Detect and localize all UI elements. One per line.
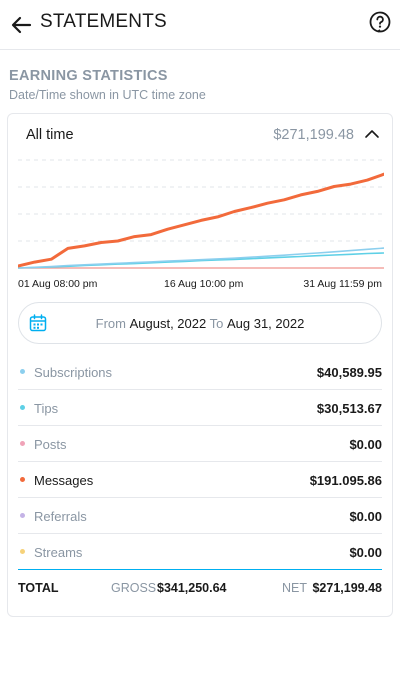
arrow-left-icon	[11, 16, 32, 34]
breakdown-value: $0.00	[349, 437, 382, 452]
card-header[interactable]: All time $271,199.48	[8, 114, 392, 156]
totals-row: TOTAL GROSS $341,250.64 NET $271,199.48	[18, 574, 382, 604]
gross-value: $341,250.64	[157, 581, 227, 595]
series-dot-icon	[20, 369, 25, 374]
series-dot-icon	[20, 405, 25, 410]
breakdown-row-tips[interactable]: Tips $30,513.67	[18, 390, 382, 426]
date-range-picker[interactable]: From August, 2022 To Aug 31, 2022	[18, 302, 382, 344]
from-label: From	[95, 316, 126, 331]
breakdown-value: $40,589.95	[316, 365, 382, 380]
to-label: To	[209, 316, 224, 331]
breakdown-label: Tips	[34, 401, 59, 416]
total-label: TOTAL	[18, 581, 59, 595]
breakdown-label: Streams	[34, 545, 83, 560]
from-value: August, 2022	[129, 316, 207, 331]
breakdown-label: Posts	[34, 437, 67, 452]
breakdown-row-messages[interactable]: Messages $191.095.86	[18, 462, 382, 498]
to-value: Aug 31, 2022	[226, 316, 305, 331]
chevron-up-icon[interactable]	[364, 126, 380, 142]
breakdown-row-posts[interactable]: Posts $0.00	[18, 426, 382, 462]
gross-label: GROSS	[111, 581, 157, 595]
x-tick-label: 16 Aug 10:00 pm	[164, 278, 244, 290]
help-icon	[369, 11, 391, 33]
net-label: NET	[282, 581, 307, 595]
earnings-card: All time $271,199.48 01 Aug 08:00 pm 16 …	[7, 113, 393, 617]
back-button[interactable]	[6, 10, 36, 40]
series-dot-icon	[20, 477, 25, 482]
series-line-1	[18, 247, 384, 269]
section-subtitle: Date/Time shown in UTC time zone	[9, 88, 206, 102]
breakdown-label: Messages	[34, 473, 94, 488]
breakdown-row-subscriptions[interactable]: Subscriptions $40,589.95	[18, 354, 382, 390]
date-range-text: From August, 2022 To Aug 31, 2022	[19, 316, 381, 331]
breakdown-value: $0.00	[349, 509, 382, 524]
series-dot-icon	[20, 549, 25, 554]
top-bar: STATEMENTS	[0, 0, 400, 50]
series-dot-icon	[20, 513, 25, 518]
x-tick-label: 31 Aug 11:59 pm	[303, 278, 382, 290]
period-label: All time	[26, 127, 74, 143]
page-title: STATEMENTS	[40, 11, 167, 32]
series-dot-icon	[20, 441, 25, 446]
breakdown-row-streams[interactable]: Streams $0.00	[18, 534, 382, 570]
breakdown-value: $0.00	[349, 545, 382, 560]
breakdown-label: Subscriptions	[34, 365, 113, 380]
period-total: $271,199.48	[273, 127, 354, 143]
breakdown-label: Referrals	[34, 509, 87, 524]
earnings-chart	[18, 159, 384, 269]
breakdown-row-referrals[interactable]: Referrals $0.00	[18, 498, 382, 534]
earnings-breakdown-list: Subscriptions $40,589.95 Tips $30,513.67 Pos…	[18, 354, 382, 570]
help-button[interactable]	[368, 10, 392, 34]
x-tick-label: 01 Aug 08:00 pm	[18, 278, 98, 290]
breakdown-value: $191.095.86	[309, 473, 382, 488]
breakdown-value: $30,513.67	[316, 401, 382, 416]
section-title: EARNING STATISTICS	[9, 68, 168, 84]
net-value: $271,199.48	[312, 581, 382, 595]
